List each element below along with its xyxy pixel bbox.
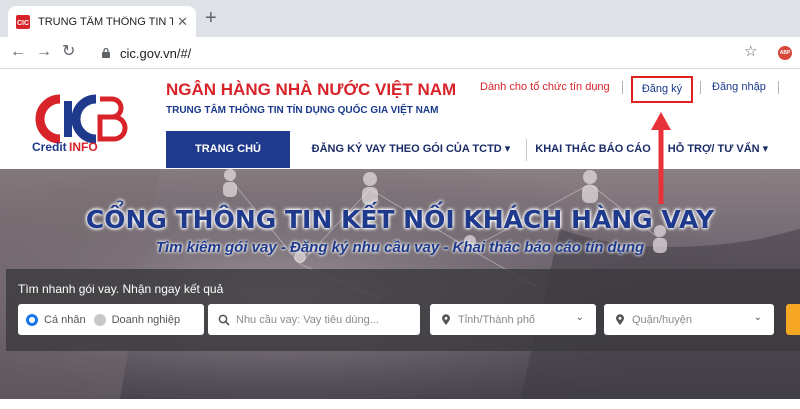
divider — [622, 81, 623, 94]
browser-tab-bar: CIC TRUNG TÂM THÔNG TIN TÍN DỤ ✕ + — [0, 0, 800, 37]
adblock-extension-icon[interactable]: ABP — [778, 46, 792, 60]
district-placeholder: Quận/huyện — [632, 313, 692, 326]
search-icon — [218, 314, 230, 326]
site-header: Credit INFO NGÂN HÀNG NHÀ NƯỚC VIỆT NAM … — [0, 69, 800, 169]
chevron-down-icon: ⌄ — [753, 312, 762, 323]
new-tab-button[interactable]: + — [205, 8, 217, 28]
quick-search-label: Tìm nhanh gói vay. Nhận ngay kết quả — [18, 282, 224, 296]
back-icon[interactable]: ← — [10, 43, 26, 61]
browser-toolbar: ← → ↻ cic.gov.vn/#/ ☆ ABP — [0, 37, 800, 69]
chevron-down-icon: ⌄ — [575, 312, 584, 323]
nav-home[interactable]: TRANG CHỦ — [166, 131, 290, 168]
radio-checked-icon — [26, 313, 38, 326]
hero-subtitle: Tìm kiếm gói vay - Đăng ký nhu cầu vay -… — [155, 239, 645, 256]
bookmark-star-icon[interactable]: ☆ — [744, 42, 757, 60]
url-text: cic.gov.vn/#/ — [120, 45, 192, 61]
main-nav: TRANG CHỦ ĐĂNG KÝ VAY THEO GÓI CỦA TCTD … — [0, 131, 800, 168]
radio-business[interactable]: Doanh nghiệp — [93, 313, 181, 326]
tab-title: TRUNG TÂM THÔNG TIN TÍN DỤ — [38, 15, 174, 28]
register-link[interactable]: Đăng ký — [631, 76, 693, 103]
radio-business-label: Doanh nghiệp — [111, 313, 181, 326]
org-subtitle: TRUNG TÂM THÔNG TIN TÍN DỤNG QUỐC GIA VI… — [166, 105, 439, 116]
reload-icon[interactable]: ↻ — [62, 43, 75, 61]
district-select[interactable]: Quận/huyện ⌄ — [604, 304, 774, 335]
tctd-link[interactable]: Dành cho tổ chức tín dụng — [480, 81, 610, 93]
map-pin-icon — [616, 313, 624, 325]
lock-icon — [102, 47, 110, 58]
annotation-arrow-icon — [651, 112, 671, 204]
nav-divider — [526, 139, 527, 161]
province-placeholder: Tỉnh/Thành phố — [458, 313, 536, 326]
divider — [778, 81, 779, 94]
quick-search-panel: Tìm nhanh gói vay. Nhận ngay kết quả Cá … — [6, 269, 800, 351]
customer-type-group: Cá nhân Doanh nghiệp — [18, 304, 204, 335]
radio-personal-label: Cá nhân — [44, 313, 86, 326]
nav-support[interactable]: HỖ TRỢ/ TƯ VẤN ▾ — [662, 131, 774, 168]
loan-need-placeholder: Nhu cầu vay: Vay tiêu dùng... — [236, 313, 379, 326]
nav-register-loan[interactable]: ĐĂNG KÝ VAY THEO GÓI CỦA TCTD ▾ — [300, 131, 522, 168]
tab-close-icon[interactable]: ✕ — [177, 14, 188, 30]
page-bottom — [0, 399, 800, 409]
hero-banner: CỔNG THÔNG TIN KẾT NỐI KHÁCH HÀNG VAY Tì… — [0, 169, 800, 399]
browser-tab[interactable]: CIC TRUNG TÂM THÔNG TIN TÍN DỤ ✕ — [8, 6, 196, 37]
loan-need-input[interactable]: Nhu cầu vay: Vay tiêu dùng... — [208, 304, 420, 335]
svg-text:CIC: CIC — [17, 20, 29, 27]
map-pin-icon — [442, 313, 450, 325]
province-select[interactable]: Tỉnh/Thành phố ⌄ — [430, 304, 596, 335]
org-name: NGÂN HÀNG NHÀ NƯỚC VIỆT NAM — [166, 80, 457, 99]
address-bar[interactable]: cic.gov.vn/#/ — [92, 41, 772, 65]
search-submit-button[interactable] — [786, 304, 800, 335]
nav-reports[interactable]: KHAI THÁC BÁO CÁO — [530, 131, 656, 168]
login-link[interactable]: Đăng nhập — [712, 81, 766, 93]
radio-personal[interactable]: Cá nhân — [26, 313, 86, 326]
forward-icon[interactable]: → — [36, 43, 52, 61]
hero-title: CỔNG THÔNG TIN KẾT NỐI KHÁCH HÀNG VAY — [85, 205, 715, 234]
radio-unchecked-icon — [93, 313, 106, 326]
divider — [700, 81, 701, 94]
site-favicon-icon: CIC — [16, 14, 30, 29]
